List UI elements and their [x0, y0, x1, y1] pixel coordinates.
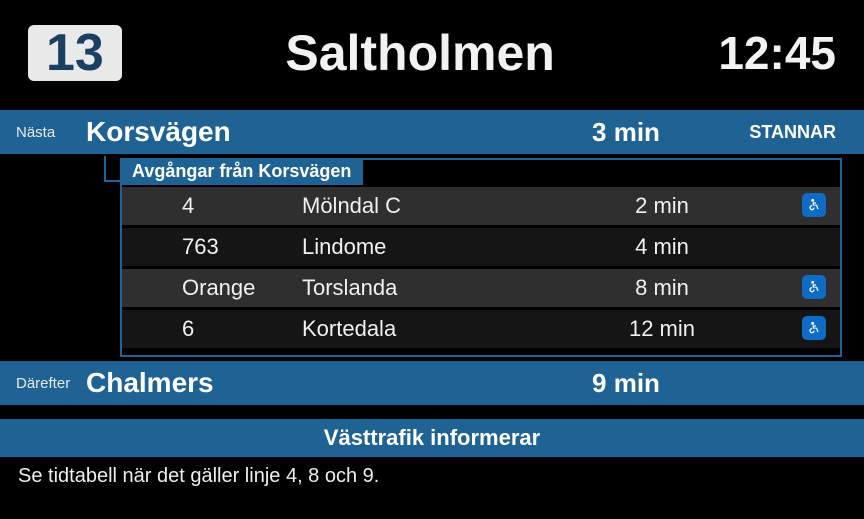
- line-number-badge: 13: [28, 25, 122, 81]
- departures-heading-row: Avgångar från Korsvägen: [120, 158, 842, 185]
- after-stop-label: Därefter: [16, 375, 86, 392]
- departure-time: 2 min: [562, 193, 762, 219]
- after-stop-name: Chalmers: [86, 367, 546, 399]
- departure-time: 8 min: [562, 275, 762, 301]
- clock: 12:45: [718, 26, 836, 80]
- departure-line: 763: [182, 234, 302, 260]
- info-heading: Västtrafik informerar: [0, 419, 864, 457]
- departure-wheelchair-cell: [762, 316, 826, 342]
- transit-display-screen: 13 Saltholmen 12:45 Nästa Korsvägen 3 mi…: [0, 0, 864, 519]
- departure-time: 4 min: [562, 234, 762, 260]
- header: 13 Saltholmen 12:45: [0, 0, 864, 92]
- destination-title: Saltholmen: [122, 24, 719, 82]
- next-stop-label: Nästa: [16, 124, 86, 141]
- departure-destination: Kortedala: [302, 316, 562, 342]
- next-stop-time: 3 min: [546, 117, 706, 148]
- departure-line: Orange: [182, 275, 302, 301]
- departure-row: 6Kortedala12 min: [122, 310, 840, 348]
- departure-destination: Torslanda: [302, 275, 562, 301]
- departure-line: 4: [182, 193, 302, 219]
- departures-heading: Avgångar från Korsvägen: [120, 158, 363, 185]
- departure-row: 763Lindome4 min: [122, 228, 840, 266]
- info-body: Se tidtabell när det gäller linje 4, 8 o…: [0, 457, 864, 496]
- departure-row: 4Mölndal C2 min: [122, 187, 840, 225]
- after-stop-row: Därefter Chalmers 9 min: [0, 361, 864, 405]
- departure-time: 12 min: [562, 316, 762, 342]
- next-stop-row: Nästa Korsvägen 3 min STANNAR: [0, 110, 864, 154]
- stops-section: Nästa Korsvägen 3 min STANNAR Avgångar f…: [0, 110, 864, 405]
- departure-row: OrangeTorslanda8 min: [122, 269, 840, 307]
- departures-list: 4Mölndal C2 min763Lindome4 minOrangeTors…: [120, 183, 842, 357]
- after-stop-time: 9 min: [546, 368, 706, 399]
- wheelchair-icon: [802, 193, 826, 217]
- next-stop-status: STANNAR: [706, 122, 836, 143]
- departure-destination: Lindome: [302, 234, 562, 260]
- departure-destination: Mölndal C: [302, 193, 562, 219]
- next-stop-name: Korsvägen: [86, 116, 546, 148]
- departure-line: 6: [182, 316, 302, 342]
- departure-wheelchair-cell: [762, 193, 826, 219]
- wheelchair-icon: [802, 316, 826, 340]
- wheelchair-icon: [802, 275, 826, 299]
- departure-wheelchair-cell: [762, 275, 826, 301]
